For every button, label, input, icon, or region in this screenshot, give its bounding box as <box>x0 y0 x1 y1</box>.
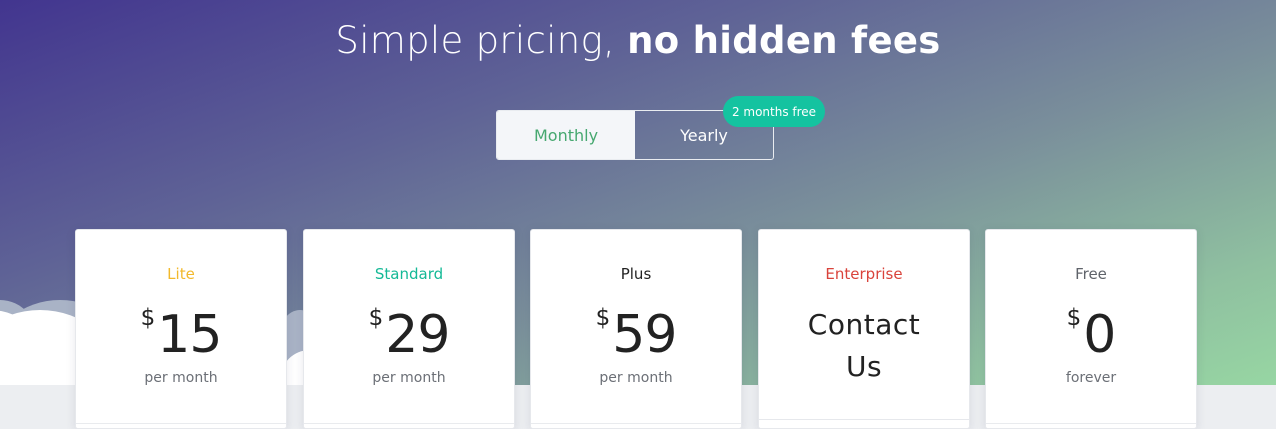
plan-card-lite[interactable]: Lite $ 15 per month <box>75 229 287 429</box>
plan-name: Free <box>1075 265 1107 283</box>
contact-line-2: Us <box>845 350 883 383</box>
card-divider <box>759 419 969 420</box>
price-amount: 29 <box>385 305 450 365</box>
plan-card-free[interactable]: Free $ 0 forever <box>985 229 1197 429</box>
page-title: Simple pricing, no hidden fees <box>0 16 1276 66</box>
page-title-bold: no hidden fees <box>627 19 941 62</box>
plan-name: Plus <box>620 265 652 283</box>
plan-price: $ 59 <box>531 302 741 368</box>
plan-period: per month <box>372 370 446 386</box>
plan-price: $ 15 <box>76 302 286 368</box>
page-title-light: Simple pricing, <box>335 19 628 62</box>
plan-period: forever <box>1065 370 1117 386</box>
price-amount: 15 <box>157 305 222 365</box>
plan-period: per month <box>599 370 673 386</box>
yearly-discount-badge: 2 months free <box>723 96 825 127</box>
contact-line-1: Contact <box>807 308 921 341</box>
plan-name: Standard <box>374 265 444 283</box>
currency-symbol: $ <box>368 305 384 331</box>
currency-symbol: $ <box>1066 305 1082 331</box>
plan-price: $ 0 <box>986 302 1196 368</box>
plan-card-plus[interactable]: Plus $ 59 per month <box>530 229 742 429</box>
plan-name: Enterprise <box>825 265 903 283</box>
plan-card-standard[interactable]: Standard $ 29 per month <box>303 229 515 429</box>
currency-symbol: $ <box>140 305 156 331</box>
price-amount: 59 <box>612 305 677 365</box>
price-amount: 0 <box>1083 305 1116 365</box>
plan-name: Lite <box>167 265 195 283</box>
plan-card-enterprise[interactable]: Enterprise Contact Us <box>758 229 970 429</box>
currency-symbol: $ <box>595 305 611 331</box>
plan-period: per month <box>144 370 218 386</box>
contact-us-text: Contact Us <box>759 304 969 388</box>
monthly-toggle-option[interactable]: Monthly <box>497 111 635 159</box>
plan-price: $ 29 <box>304 302 514 368</box>
